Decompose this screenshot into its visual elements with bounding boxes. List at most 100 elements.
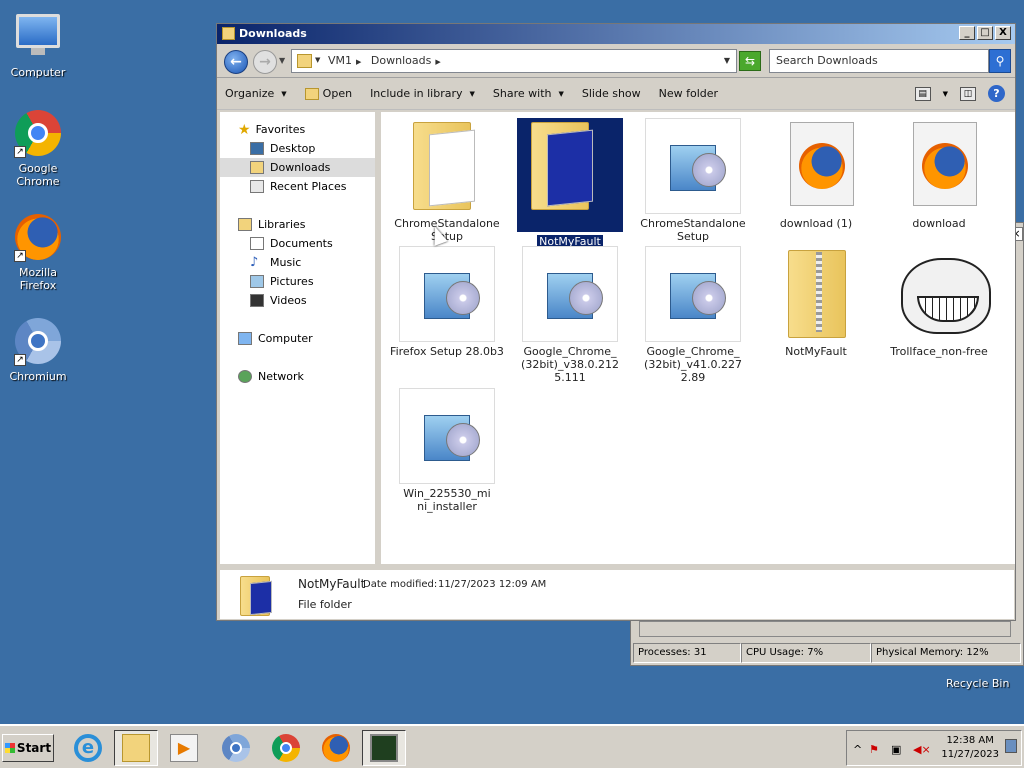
network-icon[interactable]: ▣ <box>891 743 901 756</box>
title-bar[interactable]: Downloads _ □ X <box>217 24 1015 44</box>
breadcrumb-vm1[interactable]: VM1 <box>328 54 352 67</box>
new-folder-button[interactable]: New folder <box>659 87 718 100</box>
firefox-icon: ↗ <box>14 214 62 262</box>
taskbar-chrome[interactable] <box>264 730 308 766</box>
recent-places-icon <box>250 180 264 193</box>
details-pane: NotMyFault Date modified: 11/27/2023 12:… <box>220 567 1014 619</box>
desktop-icon-firefox[interactable]: ↗ Mozilla Firefox <box>0 214 76 292</box>
sidebar-item-libraries[interactable]: Libraries <box>238 215 306 234</box>
task-manager-statusbar: Processes: 31 CPU Usage: 7% Physical Mem… <box>633 643 1021 663</box>
file-item[interactable]: download (1) <box>756 118 876 230</box>
file-item[interactable]: download <box>879 118 999 230</box>
firefox-document-icon <box>768 118 864 214</box>
sidebar-item-music[interactable]: ♪ Music <box>250 253 301 272</box>
file-name: ChromeStandalone Setup <box>640 217 746 243</box>
taskbar-chromium[interactable] <box>214 730 258 766</box>
start-button[interactable]: Start <box>2 734 54 762</box>
installer-icon <box>645 118 741 214</box>
include-in-library-button[interactable]: Include in library ▼ <box>370 87 475 100</box>
documents-icon <box>250 237 264 250</box>
sidebar-item-desktop[interactable]: Desktop <box>250 139 315 158</box>
folder-icon <box>240 576 274 616</box>
taskbar-explorer[interactable] <box>114 730 158 766</box>
file-item[interactable]: Google_Chrome_(32bit)_v41.0.2272.89 <box>633 246 753 384</box>
sidebar-item-downloads[interactable]: Downloads <box>220 158 375 177</box>
action-center-flag-icon[interactable]: ⚑ <box>869 743 879 756</box>
sidebar-item-pictures[interactable]: Pictures <box>250 272 314 291</box>
file-item[interactable]: Google_Chrome_(32bit)_v38.0.2125.111 <box>510 246 630 384</box>
refresh-button[interactable]: ⇆ <box>739 51 761 71</box>
trollface-image-icon <box>891 246 991 342</box>
address-dropdown-icon[interactable]: ▼ <box>724 56 730 65</box>
view-icon[interactable]: ▤ <box>914 86 931 101</box>
file-item[interactable]: Firefox Setup 28.0b3 <box>387 246 507 358</box>
chromium-icon <box>222 734 250 762</box>
file-item[interactable]: Win_225530_mini_installer <box>387 388 507 513</box>
file-list: ChromeStandalone Setup NotMyFault Chrome… <box>381 112 1015 564</box>
desktop-icon-chromium[interactable]: ↗ Chromium <box>0 318 76 383</box>
sidebar-item-recent-places[interactable]: Recent Places <box>250 177 347 196</box>
chrome-icon <box>272 734 300 762</box>
search-input[interactable]: Search Downloads <box>769 49 989 73</box>
firefox-document-icon <box>891 118 987 214</box>
chrome-icon: ↗ <box>14 110 62 158</box>
search-icon[interactable]: ⚲ <box>989 49 1011 73</box>
file-item[interactable]: NotMyFault <box>756 246 876 358</box>
sidebar-item-computer[interactable]: Computer <box>238 329 313 348</box>
chevron-right-icon[interactable]: ▶ <box>435 58 440 66</box>
organize-button[interactable]: Organize ▼ <box>225 87 287 100</box>
recycle-bin-label[interactable]: Recycle Bin <box>946 677 1009 690</box>
command-bar: Organize ▼ Open Include in library ▼ Share… <box>217 78 1015 110</box>
sidebar-item-videos[interactable]: Videos <box>250 291 307 310</box>
share-with-button[interactable]: Share with ▼ <box>493 87 564 100</box>
processes-count: Processes: 31 <box>633 643 741 663</box>
sidebar-item-documents[interactable]: Documents <box>250 234 333 253</box>
help-icon[interactable]: ? <box>988 85 1005 102</box>
history-dropdown-icon[interactable]: ▼ <box>279 56 285 65</box>
desktop-icon-computer[interactable]: Computer <box>0 10 76 79</box>
open-folder-icon <box>304 87 319 100</box>
physical-memory: Physical Memory: 12% <box>871 643 1021 663</box>
file-item[interactable]: ChromeStandalone Setup <box>387 118 507 243</box>
file-name: download (1) <box>779 217 853 230</box>
taskbar-firefox[interactable] <box>314 730 358 766</box>
chevron-down-icon[interactable]: ▼ <box>315 56 320 64</box>
file-item[interactable]: Trollface_non-free <box>879 246 999 358</box>
taskbar-task-manager[interactable] <box>362 730 406 766</box>
preview-pane-icon[interactable]: ◫ <box>960 86 976 101</box>
installer-icon <box>399 388 495 484</box>
open-button[interactable]: Open <box>304 87 352 100</box>
network-icon <box>238 370 252 383</box>
sidebar-item-network[interactable]: Network <box>238 367 304 386</box>
maximize-button[interactable]: □ <box>977 26 993 40</box>
address-bar[interactable]: ▼ VM1 ▶ Downloads ▶ ▼ <box>291 49 737 73</box>
back-button[interactable]: ← <box>224 50 248 74</box>
videos-icon <box>250 294 264 307</box>
breadcrumb-downloads[interactable]: Downloads <box>371 54 431 67</box>
details-modified-value: 11/27/2023 12:09 AM <box>438 579 547 590</box>
pictures-icon <box>250 275 264 288</box>
minimize-button[interactable]: _ <box>959 26 975 40</box>
slide-show-button[interactable]: Slide show <box>582 87 641 100</box>
show-desktop-icon[interactable] <box>1005 739 1017 753</box>
volume-muted-icon[interactable]: ◀× <box>913 743 931 756</box>
navigation-bar: ← → ▼ ▼ VM1 ▶ Downloads ▶ ▼ ⇆ Search Downl… <box>217 44 1015 78</box>
clock[interactable]: 12:38 AM 11/27/2023 <box>941 734 999 762</box>
explorer-window[interactable]: Downloads _ □ X ← → ▼ ▼ VM1 ▶ Downloads ▶ … <box>216 23 1016 621</box>
desktop-icon-label: Chromium <box>9 370 67 383</box>
chevron-up-icon[interactable]: ^ <box>853 743 862 756</box>
taskbar-media-player[interactable]: ▶ <box>162 730 206 766</box>
chevron-right-icon[interactable]: ▶ <box>356 58 361 66</box>
sidebar-item-favorites[interactable]: ★ Favorites <box>238 120 305 139</box>
forward-button[interactable]: → <box>253 50 277 74</box>
file-item-selected[interactable]: NotMyFault <box>510 118 630 248</box>
details-modified-label: Date modified: <box>363 579 438 590</box>
close-button[interactable]: X <box>995 26 1011 40</box>
folder-icon <box>222 27 235 40</box>
chevron-down-icon[interactable]: ▼ <box>943 90 948 98</box>
desktop-icon-chrome[interactable]: ↗ Google Chrome <box>0 110 76 188</box>
downloads-folder-icon <box>250 161 264 174</box>
file-item[interactable]: ChromeStandalone Setup <box>633 118 753 243</box>
folder-icon <box>297 54 312 68</box>
taskbar-internet-explorer[interactable]: e <box>66 730 110 766</box>
